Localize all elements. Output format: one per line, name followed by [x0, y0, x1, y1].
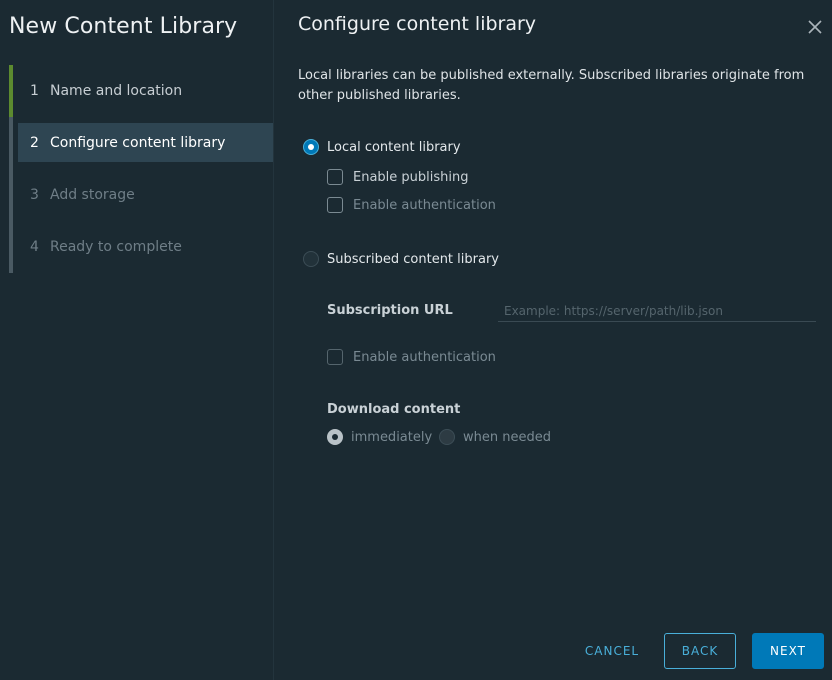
step-label: Name and location	[50, 83, 183, 99]
step-number: 3	[30, 187, 39, 203]
page-title: Configure content library	[298, 13, 537, 35]
step-progress-bar	[9, 221, 13, 273]
download-content-label: Download content	[327, 402, 461, 417]
step-label: Ready to complete	[50, 239, 182, 255]
wizard-title: New Content Library	[9, 14, 238, 39]
enable-publishing-checkbox[interactable]: Enable publishing	[327, 169, 469, 185]
wizard-steps: 1 Name and location 2 Configure content …	[9, 65, 273, 273]
step-label: Add storage	[50, 187, 135, 203]
subscribed-library-radio[interactable]: Subscribed content library	[303, 251, 499, 267]
step-number: 2	[30, 135, 39, 151]
subscribed-enable-authentication-label: Enable authentication	[353, 349, 496, 365]
subscribed-library-label: Subscribed content library	[327, 251, 499, 267]
radio-selected-icon	[327, 429, 343, 445]
local-library-radio[interactable]: Local content library	[303, 139, 461, 155]
local-enable-authentication-checkbox[interactable]: Enable authentication	[327, 197, 496, 213]
subscribed-enable-authentication-checkbox[interactable]: Enable authentication	[327, 349, 496, 365]
download-immediately-radio[interactable]: immediately	[327, 429, 432, 445]
step-progress-bar	[9, 65, 13, 117]
checkbox-icon	[327, 349, 343, 365]
step-progress-bar	[9, 117, 13, 169]
local-library-label: Local content library	[327, 139, 461, 155]
step-ready-to-complete: 4 Ready to complete	[9, 221, 273, 273]
wizard-content: Configure content library Local librarie…	[274, 0, 832, 680]
download-when-needed-radio[interactable]: when needed	[439, 429, 551, 445]
download-immediately-label: immediately	[351, 429, 433, 445]
next-button[interactable]: NEXT	[752, 633, 824, 669]
checkbox-icon	[327, 197, 343, 213]
subscription-url-label: Subscription URL	[327, 303, 453, 318]
step-label: Configure content library	[50, 135, 226, 151]
subscription-url-input[interactable]	[498, 300, 816, 322]
step-configure-content-library[interactable]: 2 Configure content library	[9, 117, 273, 169]
step-progress-bar	[9, 169, 13, 221]
radio-unselected-icon	[439, 429, 455, 445]
back-button[interactable]: BACK	[664, 633, 736, 669]
radio-selected-icon	[303, 139, 319, 155]
local-enable-authentication-label: Enable authentication	[353, 197, 496, 213]
radio-unselected-icon	[303, 251, 319, 267]
page-description: Local libraries can be published externa…	[298, 68, 805, 103]
download-when-needed-label: when needed	[463, 429, 551, 445]
checkbox-icon	[327, 169, 343, 185]
wizard-sidebar: New Content Library 1 Name and location …	[0, 0, 274, 680]
step-number: 1	[30, 83, 39, 99]
cancel-button[interactable]: CANCEL	[572, 633, 652, 669]
enable-publishing-label: Enable publishing	[353, 169, 469, 185]
step-number: 4	[30, 239, 39, 255]
step-name-and-location[interactable]: 1 Name and location	[9, 65, 273, 117]
step-add-storage: 3 Add storage	[9, 169, 273, 221]
close-icon[interactable]	[806, 20, 824, 38]
